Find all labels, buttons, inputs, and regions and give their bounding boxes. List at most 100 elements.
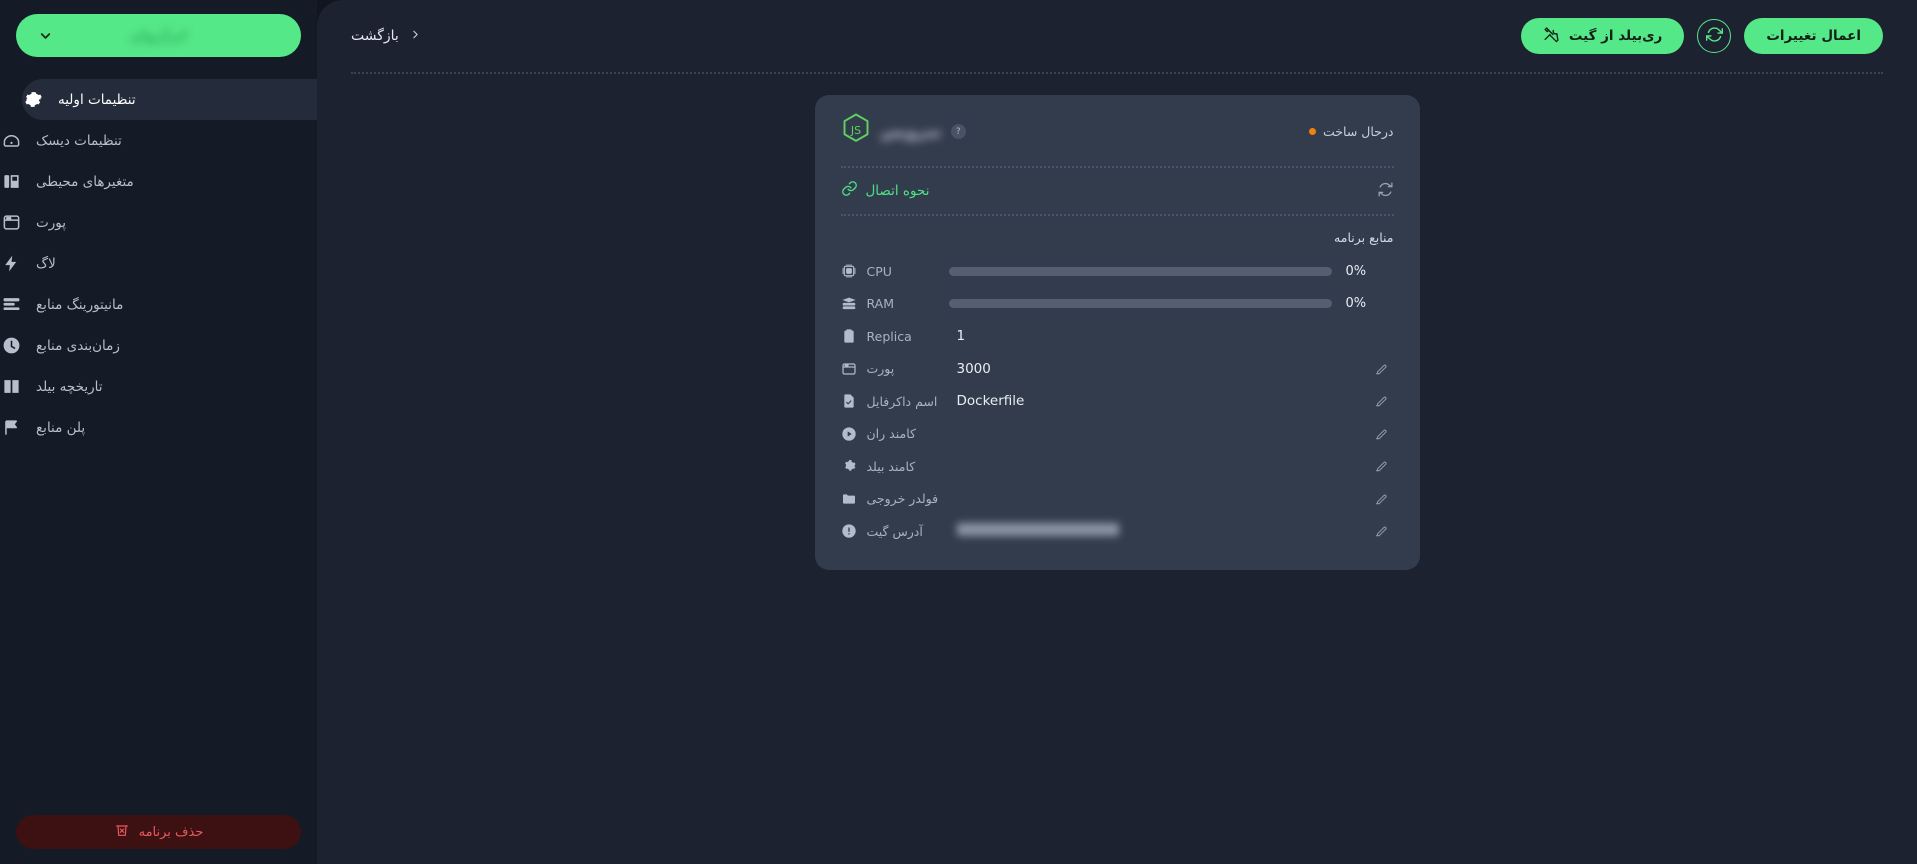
edit-build-command-button[interactable] (1374, 459, 1388, 473)
edit-port-button[interactable] (1374, 362, 1388, 376)
info-circle-icon (841, 523, 858, 540)
application-card: JS سرویس ? درحال ساخت نحوه اتصال منابع ب… (814, 95, 1420, 570)
field-body-git-address (949, 522, 1394, 540)
refresh-button[interactable] (1697, 19, 1732, 53)
field-row-port: پورت 3000 (841, 353, 1394, 386)
replica-value: 1 (956, 328, 966, 345)
sidebar-item-resource-plan[interactable]: پلن منابع (0, 407, 317, 448)
app-root: ابرآروان تنظیمات اولیه تنظیمات دیسک متغی (0, 0, 1917, 864)
sidebar-item-env-variables[interactable]: متغیرهای محیطی (0, 161, 317, 202)
delete-application-button[interactable]: حذف برنامه (16, 815, 301, 849)
field-row-run-command: کامند ران (841, 418, 1394, 451)
sidebar-item-port[interactable]: پورت (0, 202, 317, 243)
field-name: پورت (866, 361, 895, 377)
build-command-value (949, 459, 1360, 473)
gear-icon (841, 458, 858, 475)
resource-rows: CPU 0% RAM 0% Replica 1 پورت 3000 اسم دا… (841, 255, 1394, 548)
sidebar-item-label: مانیتورینگ منابع (36, 296, 124, 313)
refresh-icon (1377, 181, 1394, 201)
delete-application-label: حذف برنامه (138, 824, 204, 840)
output-folder-value (949, 492, 1360, 506)
field-name: کامند ران (866, 426, 916, 442)
cpu-usage-bar (948, 266, 1332, 276)
git-address-redacted (956, 522, 1119, 536)
status-label: درحال ساخت (1323, 124, 1394, 139)
window-icon (0, 212, 22, 234)
edit-git-address-button[interactable] (1374, 524, 1388, 538)
connection-method-link[interactable]: نحوه اتصال (841, 180, 930, 201)
field-label-build-command: کامند بیلد (841, 458, 949, 475)
edit-output-folder-button[interactable] (1374, 492, 1388, 506)
field-label-run-command: کامند ران (841, 425, 949, 442)
toolbar-actions: ری‌بیلد از گیت اعمال تغییرات (1520, 18, 1883, 54)
sidebar-item-basic-settings[interactable]: تنظیمات اولیه (22, 79, 317, 120)
connection-row: نحوه اتصال (841, 168, 1394, 214)
file-check-icon (841, 393, 858, 410)
rebuild-from-git-button[interactable]: ری‌بیلد از گیت (1520, 18, 1685, 54)
disk-icon (0, 130, 22, 152)
connection-method-label: نحوه اتصال (865, 182, 930, 199)
rebuild-label: ری‌بیلد از گیت (1568, 28, 1663, 44)
field-name: کامند بیلد (866, 458, 916, 474)
field-body-dockerfile: Dockerfile (949, 393, 1394, 409)
sidebar-item-resource-scheduling[interactable]: زمان‌بندی منابع (0, 325, 317, 366)
sidebar-item-label: تنظیمات اولیه (58, 91, 136, 108)
field-name: Replica (866, 328, 912, 344)
metric-row-cpu: CPU 0% (841, 255, 1394, 288)
field-body-output-folder (949, 492, 1394, 506)
field-row-output-folder: فولدر خروجی (841, 483, 1394, 516)
nodejs-js-icon: JS (841, 113, 871, 150)
sidebar-item-label: پلن منابع (36, 419, 86, 436)
edit-dockerfile-button[interactable] (1374, 394, 1388, 408)
link-icon (841, 180, 858, 201)
sidebar-item-resource-monitoring[interactable]: مانیتورینگ منابع (0, 284, 317, 325)
field-row-dockerfile: اسم داکرفایل Dockerfile (841, 385, 1394, 418)
git-address-value (949, 522, 1360, 540)
application-name-redacted: سرویس (880, 122, 941, 141)
field-name: اسم داکرفایل (866, 393, 938, 409)
sidebar-item-label: پورت (36, 214, 66, 231)
window-icon (841, 360, 858, 377)
apply-changes-button[interactable]: اعمال تغییرات (1744, 18, 1883, 54)
chevron-right-icon (409, 28, 422, 45)
sidebar-item-disk-settings[interactable]: تنظیمات دیسک (0, 120, 317, 161)
toolbar: بازگشت ری‌بیلد از گیت (317, 0, 1917, 72)
gear-icon (22, 89, 44, 111)
cpu-chip-icon (841, 263, 858, 280)
svg-text:JS: JS (849, 124, 860, 137)
field-label-output-folder: فولدر خروجی (841, 490, 949, 507)
field-body-run-command (949, 427, 1394, 441)
back-label: بازگشت (351, 28, 399, 44)
environment-selector[interactable]: ابرآروان (16, 14, 301, 57)
sidebar-item-build-history[interactable]: تاریخچه بیلد (0, 366, 317, 407)
connection-refresh-button[interactable] (1377, 181, 1394, 201)
field-body-build-command (949, 459, 1394, 473)
ram-usage-value: 0% (1345, 296, 1367, 312)
field-name: آدرس گیت (866, 523, 923, 539)
sidebar-item-logs[interactable]: لاگ (0, 243, 317, 284)
field-row-build-command: کامند بیلد (841, 450, 1394, 483)
question-mark-icon[interactable]: ? (950, 124, 966, 139)
field-name: فولدر خروجی (866, 491, 939, 507)
resources-section-title: منابع برنامه (1334, 230, 1394, 245)
main-content: بازگشت ری‌بیلد از گیت (317, 0, 1917, 864)
sidebar-item-label: لاگ (36, 255, 56, 272)
metric-label-ram: RAM (841, 295, 949, 312)
refresh-icon (1705, 26, 1723, 46)
sidebar-nav: تنظیمات اولیه تنظیمات دیسک متغیرهای محیط… (0, 79, 317, 448)
field-row-git-address: آدرس گیت (841, 515, 1394, 548)
environment-name-redacted: ابرآروان (129, 27, 188, 44)
metric-row-ram: RAM 0% (841, 288, 1394, 321)
run-command-value (949, 427, 1360, 441)
status-badge: درحال ساخت (1309, 124, 1394, 139)
field-label-git-address: آدرس گیت (841, 523, 949, 540)
server-ram-icon (841, 295, 858, 312)
variables-icon (0, 171, 22, 193)
edit-run-command-button[interactable] (1374, 427, 1388, 441)
metric-name: RAM (866, 296, 895, 312)
sidebar-item-label: تنظیمات دیسک (36, 132, 122, 149)
field-body-port: 3000 (949, 361, 1394, 377)
metric-label-cpu: CPU (841, 263, 949, 280)
clipboard-icon (841, 328, 858, 345)
back-button[interactable]: بازگشت (351, 28, 422, 45)
